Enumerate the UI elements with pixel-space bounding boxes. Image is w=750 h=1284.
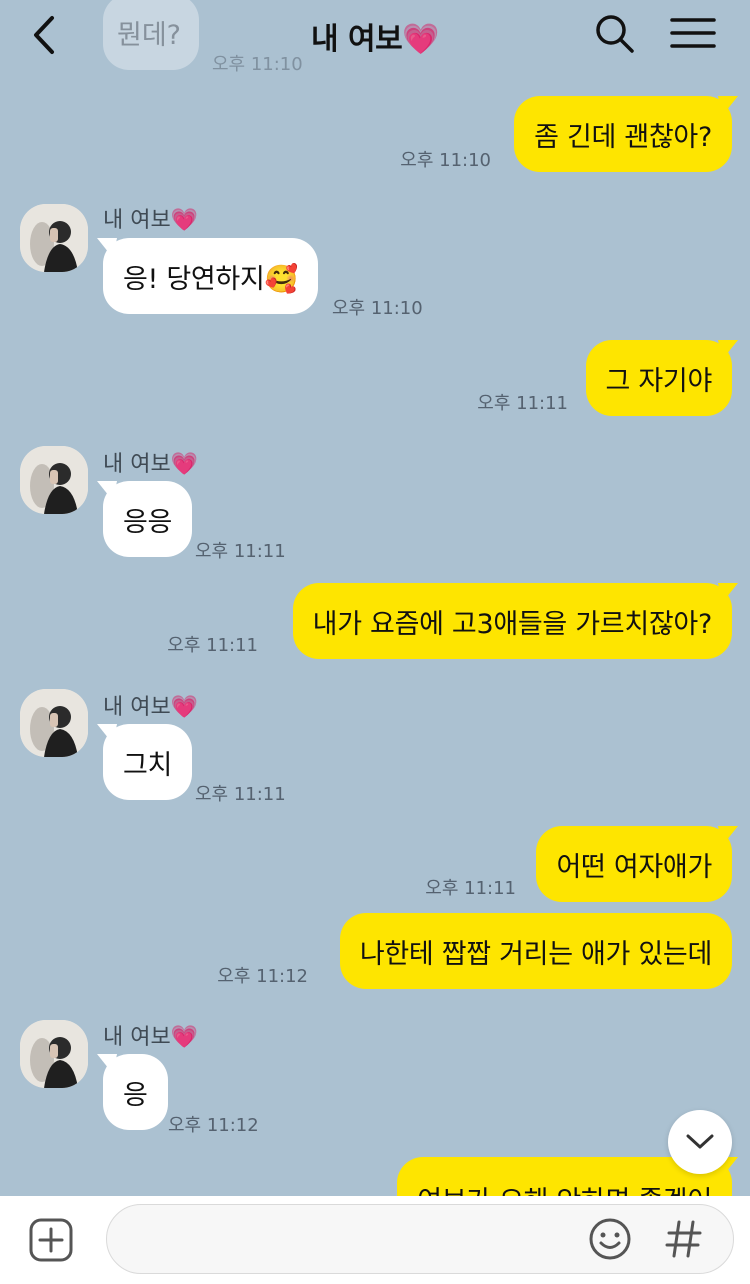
message-text: 어떤 여자애가 bbox=[556, 851, 712, 883]
message-composer-bar bbox=[0, 1196, 750, 1284]
message-time: 오후 11:12 bbox=[168, 1115, 259, 1136]
hash-icon bbox=[665, 1220, 702, 1258]
search-icon bbox=[596, 15, 634, 53]
message-time: 오후 11:10 bbox=[400, 150, 491, 171]
message-time: 오후 11:11 bbox=[477, 393, 568, 414]
plus-square-icon bbox=[29, 1218, 73, 1262]
my-message-bubble[interactable]: 나한테 짭짭 거리는 애가 있는데 bbox=[339, 913, 732, 989]
message-text: 응응 bbox=[123, 506, 173, 538]
message-text: 그 자기야 bbox=[605, 365, 713, 397]
message-text: 내가 요즘에 고3애들을 가르치잖아? bbox=[312, 608, 713, 640]
avatar[interactable] bbox=[20, 446, 88, 514]
message-text: 응! 당연하지🥰 bbox=[123, 263, 298, 295]
avatar[interactable] bbox=[20, 204, 88, 272]
sender-name: 내 여보💗 bbox=[103, 695, 199, 720]
message-text: 나한테 짭짭 거리는 애가 있는데 bbox=[359, 938, 712, 970]
scroll-to-bottom-button[interactable] bbox=[668, 1110, 732, 1174]
attach-button[interactable] bbox=[28, 1217, 74, 1263]
emoji-button[interactable] bbox=[587, 1216, 633, 1262]
their-message-bubble[interactable]: 응응 bbox=[97, 481, 193, 557]
sender-name: 내 여보💗 bbox=[103, 1025, 199, 1050]
sender-name: 내 여보💗 bbox=[103, 208, 199, 233]
sender-name: 내 여보💗 bbox=[103, 452, 199, 477]
my-message-bubble[interactable]: 좀 긴데 괜찮아? bbox=[514, 96, 738, 172]
my-message-bubble[interactable]: 그 자기야 bbox=[585, 340, 738, 416]
message-time: 오후 11:11 bbox=[195, 541, 286, 562]
chat-header: 내 여보💗 bbox=[0, 0, 750, 70]
message-time: 오후 11:11 bbox=[167, 635, 258, 656]
smile-icon bbox=[589, 1218, 631, 1260]
hamburger-menu-icon bbox=[670, 18, 716, 48]
their-message-bubble[interactable]: 응! 당연하지🥰 bbox=[97, 238, 318, 314]
message-text: 응 bbox=[123, 1079, 148, 1111]
message-text: 좀 긴데 괜찮아? bbox=[534, 121, 712, 153]
chat-message-list[interactable]: 뭔데? 오후 11:10 좀 긴데 괜찮아? 오후 11:10 내 여보💗 응!… bbox=[0, 0, 750, 1196]
message-time: 오후 11:11 bbox=[425, 878, 516, 899]
their-message-bubble[interactable]: 그치 bbox=[97, 724, 193, 800]
hash-button[interactable] bbox=[662, 1212, 706, 1266]
search-button[interactable] bbox=[593, 12, 637, 56]
my-message-bubble[interactable]: 내가 요즘에 고3애들을 가르치잖아? bbox=[292, 583, 738, 659]
message-time: 오후 11:11 bbox=[195, 784, 286, 805]
message-text: 그치 bbox=[123, 749, 173, 781]
their-message-bubble[interactable]: 응 bbox=[97, 1054, 168, 1130]
message-time: 오후 11:10 bbox=[332, 298, 423, 319]
message-time: 오후 11:12 bbox=[217, 966, 308, 987]
message-input[interactable] bbox=[125, 1205, 575, 1273]
message-input-wrapper bbox=[106, 1204, 734, 1274]
chevron-down-icon bbox=[686, 1134, 714, 1149]
message-text: 여보가 오해 안하면 좋겠어 bbox=[417, 1179, 712, 1196]
my-message-bubble[interactable]: 어떤 여자애가 bbox=[536, 826, 738, 902]
chat-title: 내 여보💗 bbox=[310, 22, 440, 57]
menu-button[interactable] bbox=[668, 12, 720, 56]
avatar[interactable] bbox=[20, 1020, 88, 1088]
avatar[interactable] bbox=[20, 689, 88, 757]
